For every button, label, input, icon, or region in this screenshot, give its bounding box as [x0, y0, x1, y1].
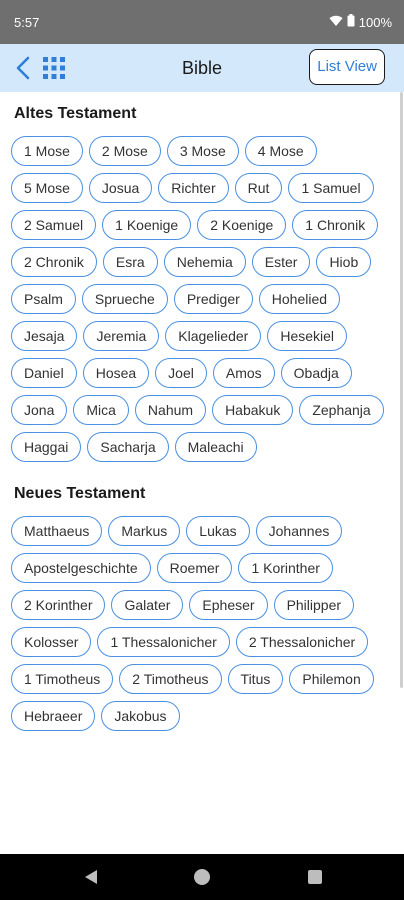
- old-testament-book-chip[interactable]: Hosea: [82, 358, 150, 388]
- old-testament-book-chip[interactable]: Sacharja: [87, 432, 169, 462]
- grid-view-button[interactable]: [42, 56, 66, 80]
- wifi-icon: [329, 15, 343, 30]
- old-testament-book-chip[interactable]: Jeremia: [83, 321, 160, 351]
- old-testament-book-chip[interactable]: Hesekiel: [267, 321, 348, 351]
- old-testament-book-chip[interactable]: 2 Samuel: [11, 210, 97, 240]
- old-testament-book-chip[interactable]: 2 Chronik: [11, 247, 97, 277]
- old-testament-book-chip[interactable]: Mica: [73, 395, 129, 425]
- back-button[interactable]: [10, 54, 36, 82]
- new-testament-book-chip[interactable]: Kolosser: [11, 627, 92, 657]
- back-arrow-icon: [16, 56, 30, 80]
- new-testament-book-chip[interactable]: Galater: [111, 590, 184, 620]
- new-testament-book-chip[interactable]: 1 Thessalonicher: [97, 627, 230, 657]
- grid-icon: [43, 57, 65, 79]
- battery-percent: 100%: [358, 14, 392, 30]
- old-testament-book-chip[interactable]: Daniel: [11, 358, 77, 388]
- list-view-button[interactable]: List View: [309, 49, 385, 85]
- old-testament-book-chip[interactable]: Rut: [234, 173, 283, 203]
- old-testament-book-chip[interactable]: Sprueche: [81, 284, 168, 314]
- new-testament-book-chip[interactable]: Jakobus: [101, 701, 180, 731]
- back-triangle-icon: [85, 870, 97, 884]
- old-testament-book-chip[interactable]: 1 Chronik: [292, 210, 379, 240]
- old-testament-book-chip[interactable]: 1 Mose: [11, 136, 83, 166]
- nav-home-button[interactable]: [191, 866, 213, 888]
- old-testament-book-chip[interactable]: Obadja: [280, 358, 352, 388]
- app-bar: Bible List View: [0, 44, 404, 92]
- old-testament-book-chip[interactable]: 3 Mose: [166, 136, 239, 166]
- old-testament-book-chip[interactable]: Ester: [251, 247, 311, 277]
- old-testament-book-chip[interactable]: 1 Samuel: [288, 173, 374, 203]
- old-testament-book-chip[interactable]: 2 Mose: [88, 136, 161, 166]
- old-testament-book-chip[interactable]: 1 Koenige: [102, 210, 192, 240]
- recents-square-icon: [308, 870, 322, 884]
- new-testament-book-chip[interactable]: 2 Timotheus: [119, 664, 222, 694]
- old-testament-book-chip[interactable]: Psalm: [11, 284, 76, 314]
- old-testament-book-chip[interactable]: Josua: [88, 173, 153, 203]
- nav-back-button[interactable]: [80, 866, 102, 888]
- old-testament-book-chip[interactable]: Klagelieder: [165, 321, 262, 351]
- old-testament-book-chip[interactable]: 4 Mose: [244, 136, 317, 166]
- system-nav-bar: [0, 854, 404, 900]
- new-testament-book-chip[interactable]: 1 Timotheus: [11, 664, 114, 694]
- new-testament-book-chip[interactable]: 1 Korinther: [238, 553, 333, 583]
- new-testament-book-chip[interactable]: Apostelgeschichte: [11, 553, 151, 583]
- scrollbar[interactable]: [400, 92, 403, 688]
- old-testament-book-chip[interactable]: Nehemia: [163, 247, 246, 277]
- new-testament-book-chip[interactable]: Philemon: [289, 664, 374, 694]
- nav-recents-button[interactable]: [304, 866, 326, 888]
- old-testament-book-chip[interactable]: Esra: [102, 247, 158, 277]
- old-testament-book-chip[interactable]: Richter: [158, 173, 229, 203]
- new-testament-book-chip[interactable]: Matthaeus: [11, 516, 103, 546]
- new-testament-book-chip[interactable]: Markus: [108, 516, 181, 546]
- new-testament-book-chip[interactable]: Epheser: [189, 590, 268, 620]
- old-testament-book-chip[interactable]: Jesaja: [11, 321, 78, 351]
- old-testament-book-chip[interactable]: Amos: [212, 358, 275, 388]
- new-testament-book-chip[interactable]: Philipper: [273, 590, 355, 620]
- old-testament-book-chip[interactable]: Prediger: [173, 284, 253, 314]
- status-icons: 100%: [329, 14, 392, 30]
- books-content[interactable]: Altes Testament 1 Mose 2 Mose 3 Mose 4 Mose…: [0, 92, 404, 854]
- new-testament-book-chip[interactable]: 2 Korinther: [11, 590, 106, 620]
- battery-icon: [347, 14, 355, 30]
- status-time: 5:57: [14, 14, 40, 30]
- new-testament-book-chip[interactable]: Roemer: [156, 553, 233, 583]
- home-circle-icon: [194, 869, 210, 885]
- old-testament-book-chip[interactable]: Habakuk: [212, 395, 294, 425]
- old-testament-book-chip[interactable]: 5 Mose: [11, 173, 83, 203]
- new-testament-book-chip[interactable]: 2 Thessalonicher: [235, 627, 369, 657]
- old-testament-book-chip[interactable]: Hohelied: [258, 284, 341, 314]
- old-testament-book-chip[interactable]: Zephanja: [299, 395, 384, 425]
- new-testament-title: Neues Testament: [14, 485, 146, 502]
- new-testament-book-chip[interactable]: Titus: [227, 664, 284, 694]
- old-testament-book-chip[interactable]: Hiob: [316, 247, 372, 277]
- status-bar: 5:57 100%: [0, 0, 404, 44]
- old-testament-title: Altes Testament: [14, 105, 137, 122]
- old-testament-book-chip[interactable]: Joel: [155, 358, 207, 388]
- new-testament-book-chip[interactable]: Hebraeer: [11, 701, 96, 731]
- new-testament-books: Matthaeus Markus Lukas Johannes Apostelgesch…: [0, 504, 404, 731]
- old-testament-books: 1 Mose 2 Mose 3 Mose 4 Mose 5 Mose Josua Richt…: [0, 124, 404, 462]
- new-testament-book-chip[interactable]: Lukas: [186, 516, 250, 546]
- new-testament-book-chip[interactable]: Johannes: [255, 516, 343, 546]
- old-testament-book-chip[interactable]: Nahum: [134, 395, 207, 425]
- old-testament-book-chip[interactable]: Maleachi: [174, 432, 257, 462]
- old-testament-book-chip[interactable]: 2 Koenige: [197, 210, 287, 240]
- old-testament-book-chip[interactable]: Jona: [11, 395, 68, 425]
- old-testament-book-chip[interactable]: Haggai: [11, 432, 82, 462]
